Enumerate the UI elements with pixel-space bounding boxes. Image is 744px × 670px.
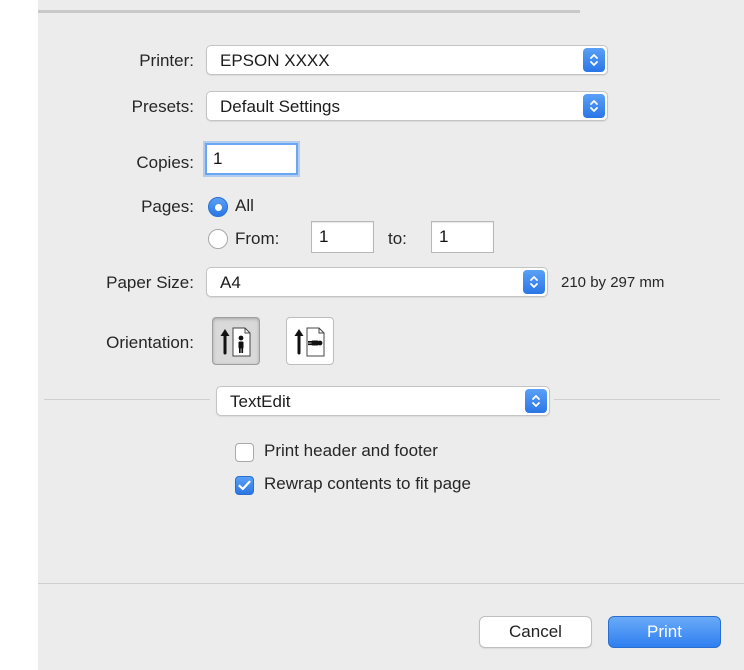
copies-label: Copies: [136,153,194,172]
paper-dimensions: 210 by 297 mm [561,274,665,291]
copies-field[interactable]: 1 [205,143,298,175]
landscape-orientation-button[interactable] [286,317,334,365]
landscape-icon [294,327,325,357]
pages-to-field[interactable]: 1 [431,221,494,253]
section-divider-left [44,399,210,400]
portrait-icon [220,327,251,357]
pages-label: Pages: [141,197,194,216]
paper-size-popup[interactable]: A4 [206,267,548,297]
print-button[interactable]: Print [608,616,721,648]
rewrap-contents-checkbox[interactable] [235,476,254,495]
print-header-footer-checkbox[interactable] [235,443,254,462]
paper-size-label: Paper Size: [106,273,194,292]
printer-value: EPSON XXXX [220,51,330,70]
orientation-label: Orientation: [106,333,194,352]
chevron-updown-icon [583,94,605,118]
top-divider [38,10,580,13]
presets-value: Default Settings [220,97,341,116]
pages-all-radio[interactable] [208,197,228,217]
chevron-updown-icon [583,48,605,72]
pages-to-label: to: [388,229,407,248]
pages-from-radio[interactable] [208,229,228,249]
pages-from-field[interactable]: 1 [311,221,374,253]
presets-popup[interactable]: Default Settings [206,91,608,121]
footer-divider [38,583,744,584]
pages-from-label: From: [235,229,280,248]
print-header-footer-label: Print header and footer [264,441,438,460]
pages-all-label: All [235,196,254,215]
chevron-updown-icon [525,389,547,413]
presets-label: Presets: [131,97,194,116]
checkmark-icon [238,480,251,491]
section-divider-right [554,399,720,400]
section-popup-value: TextEdit [230,392,291,411]
paper-size-value: A4 [220,273,241,292]
portrait-orientation-button[interactable] [212,317,260,365]
rewrap-contents-label: Rewrap contents to fit page [264,474,471,493]
section-popup[interactable]: TextEdit [216,386,550,416]
cancel-button[interactable]: Cancel [479,616,592,648]
printer-popup[interactable]: EPSON XXXX [206,45,608,75]
printer-label: Printer: [139,51,194,70]
chevron-updown-icon [523,270,545,294]
